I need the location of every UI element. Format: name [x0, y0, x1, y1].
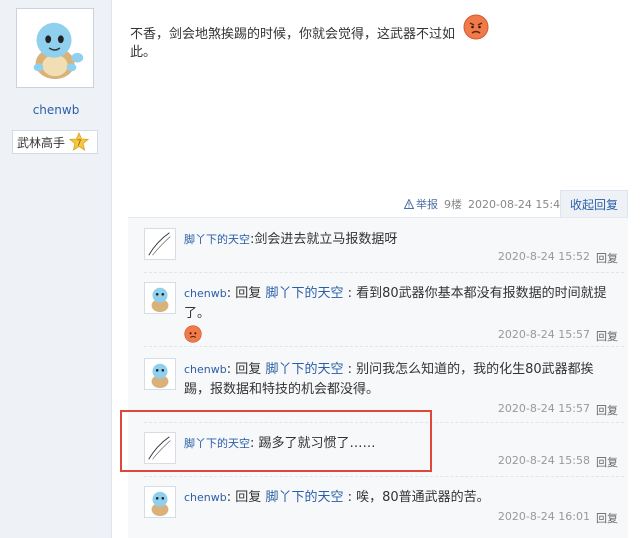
fold-replies-button[interactable]: 收起回复: [560, 190, 628, 218]
reply-time: 2020-8-24 15:52: [497, 250, 590, 263]
reply-text: 剑会进去就立马报数据呀: [254, 232, 398, 247]
author-name[interactable]: chenwb: [0, 103, 112, 117]
reply-avatar[interactable]: [144, 358, 176, 390]
reply-meta: 2020-8-24 15:52 回复: [498, 250, 618, 266]
post-timestamp: 2020-08-24 15:43: [468, 197, 568, 211]
reply-meta: 2020-8-24 16:01 回复: [498, 510, 618, 526]
reply-text: 唉，80普通武器的苦。: [356, 490, 490, 505]
rank-level: 7: [76, 139, 81, 148]
reply-body: chenwb: 回复 脚丫下的天空 : 唉，80普通武器的苦。: [184, 488, 614, 508]
reply-body: chenwb: 回复 脚丫下的天空 : 别问我怎么知道的，我的化生80武器都挨踢…: [184, 360, 614, 400]
reply-time: 2020-8-24 15:57: [497, 402, 590, 415]
author-sidebar: chenwb 武林高手 7: [0, 0, 112, 538]
angry-face-emoji-icon: [463, 14, 489, 40]
reply-divider: [144, 476, 624, 477]
reply-button[interactable]: 回复: [596, 328, 618, 344]
reply-separator: :: [347, 286, 352, 301]
reply-divider: [144, 346, 624, 347]
reply-separator: :: [226, 286, 232, 301]
sketch-avatar-icon: [148, 232, 171, 256]
reply-target[interactable]: 脚丫下的天空: [265, 490, 343, 505]
list-item: chenwb: 回复 脚丫下的天空 : 唉，80普通武器的苦。 2020-8-2…: [144, 486, 622, 526]
author-avatar[interactable]: [16, 8, 94, 88]
squirtle-avatar-icon: [151, 287, 169, 313]
reply-prefix: 回复: [235, 490, 262, 505]
reply-user[interactable]: 脚丫下的天空: [184, 233, 250, 246]
reply-prefix: 回复: [235, 286, 262, 301]
reply-target[interactable]: 脚丫下的天空: [265, 286, 343, 301]
squirtle-avatar-icon: [33, 22, 84, 80]
rank-label: 武林高手: [17, 135, 66, 150]
report-label: 举报: [416, 198, 438, 211]
reply-separator: :: [347, 362, 352, 377]
star-rank-icon: 7: [69, 132, 90, 151]
reply-meta: 2020-8-24 15:57 回复: [498, 402, 618, 418]
reply-button[interactable]: 回复: [596, 454, 618, 470]
post-content: 不香，剑会地煞挨踢的时候，你就会觉得，这武器不过如此。: [130, 27, 456, 60]
reply-avatar[interactable]: [144, 486, 176, 518]
reply-time: 2020-8-24 16:01: [497, 510, 590, 523]
reply-time: 2020-8-24 15:57: [497, 328, 590, 341]
reply-user[interactable]: chenwb: [184, 287, 227, 300]
squirtle-avatar-icon: [151, 491, 169, 517]
reply-separator: :: [226, 490, 232, 505]
reply-user[interactable]: chenwb: [184, 491, 227, 504]
floor-number: 9楼: [444, 198, 462, 211]
reply-time: 2020-8-24 15:58: [497, 454, 590, 467]
list-item: 脚丫下的天空:剑会进去就立马报数据呀 2020-8-24 15:52 回复: [144, 228, 622, 270]
squirtle-avatar-icon: [151, 363, 169, 389]
reply-avatar[interactable]: [144, 228, 176, 260]
reply-button[interactable]: 回复: [596, 510, 618, 526]
reply-body: 脚丫下的天空:剑会进去就立马报数据呀: [184, 230, 614, 250]
post-actions: 举报 9楼 2020-08-24 15:43: [404, 196, 567, 212]
reply-divider: [144, 272, 624, 273]
reply-button[interactable]: 回复: [596, 250, 618, 266]
rank-badge: 武林高手 7: [12, 130, 98, 154]
reply-avatar[interactable]: [144, 282, 176, 314]
reply-meta: 2020-8-24 15:57 回复: [498, 328, 618, 344]
list-item: chenwb: 回复 脚丫下的天空 : 看到80武器你基本都没有报数据的时间就提…: [144, 282, 622, 344]
reply-separator: :: [226, 362, 232, 377]
highlight-box: [120, 410, 432, 472]
reply-prefix: 回复: [235, 362, 262, 377]
angry-face-emoji-icon: [184, 324, 202, 343]
reply-meta: 2020-8-24 15:58 回复: [498, 454, 618, 470]
report-icon: [404, 199, 414, 209]
report-button[interactable]: 举报: [404, 196, 438, 212]
reply-button[interactable]: 回复: [596, 402, 618, 418]
reply-separator: :: [347, 490, 352, 505]
reply-user[interactable]: chenwb: [184, 363, 227, 376]
reply-target[interactable]: 脚丫下的天空: [265, 362, 343, 377]
